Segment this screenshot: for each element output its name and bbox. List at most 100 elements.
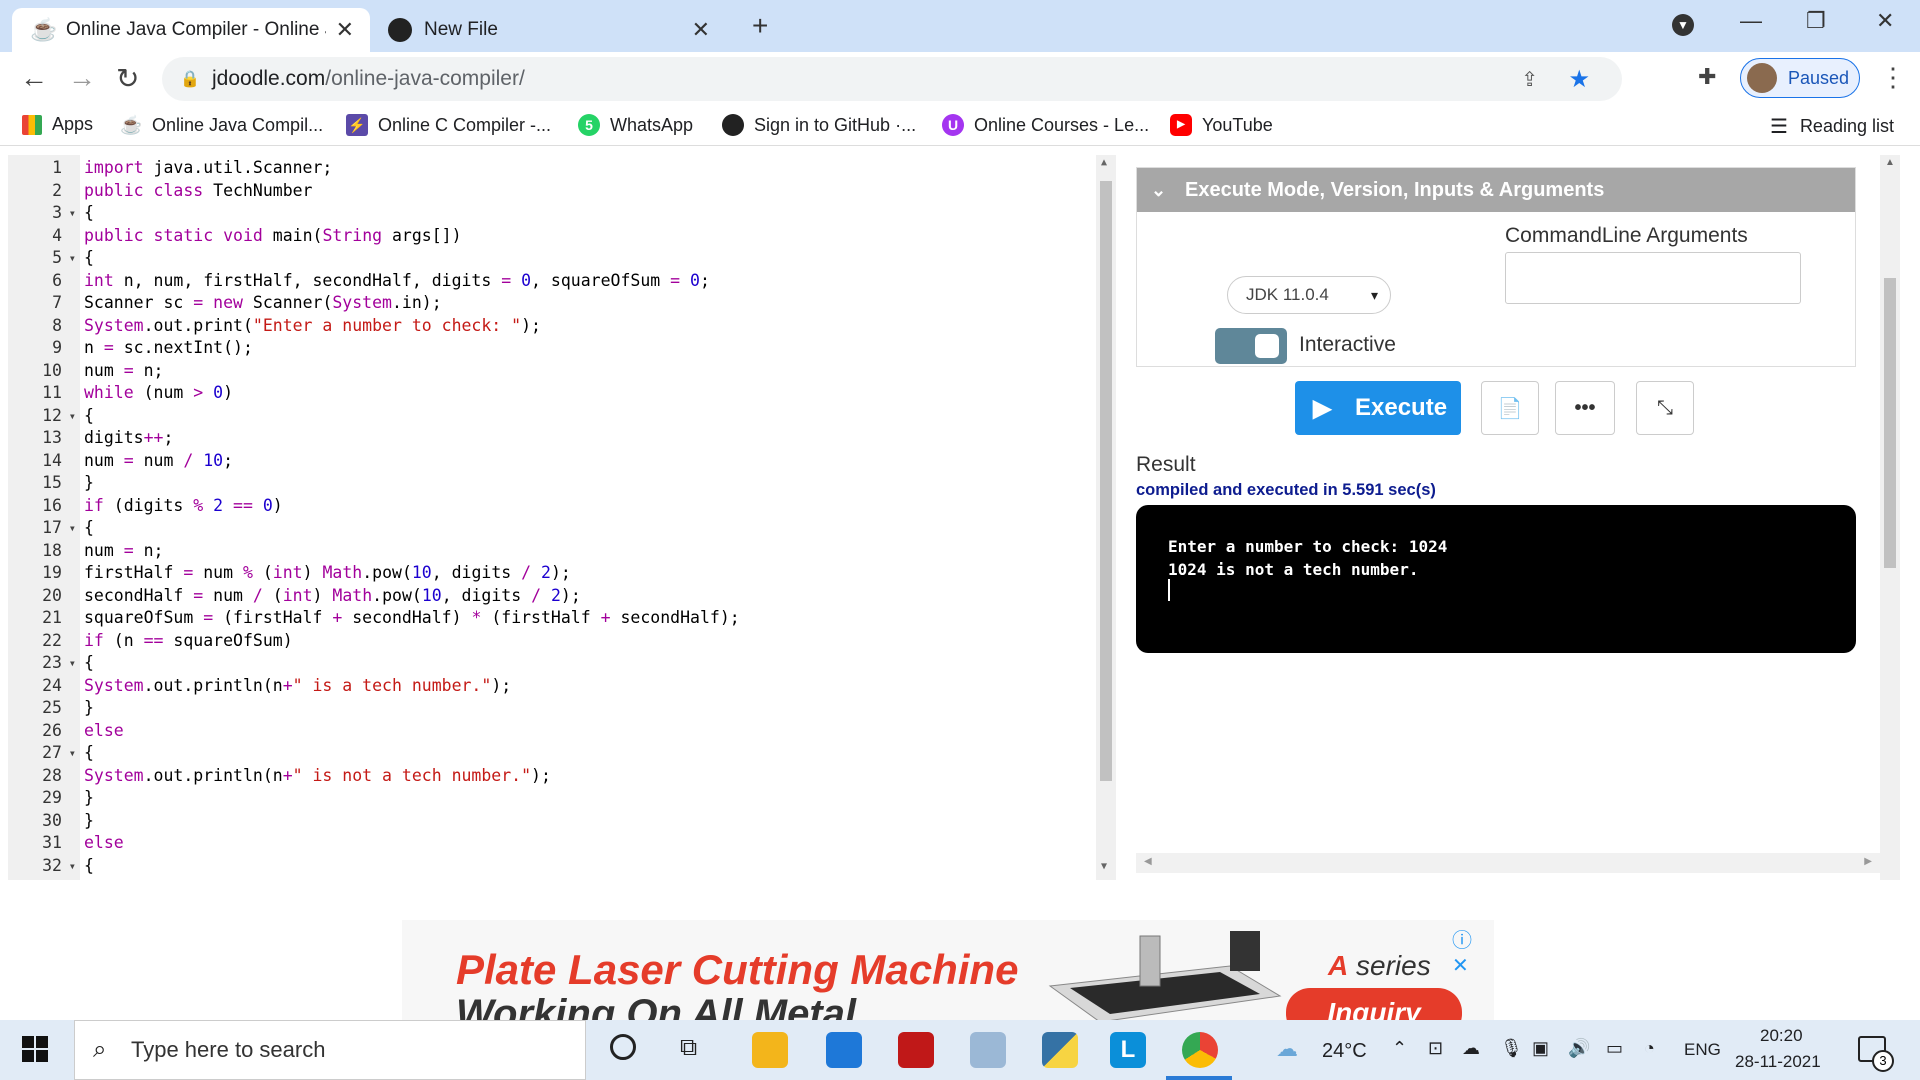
taskbar-search[interactable]: ⌕ Type here to search	[74, 1020, 586, 1080]
output-line: 1024 is not a tech number.	[1168, 560, 1419, 579]
scroll-left-icon[interactable]: ◀	[1144, 856, 1152, 867]
microphone-icon[interactable]: 🎙	[1500, 1038, 1523, 1059]
interactive-toggle[interactable]	[1215, 328, 1287, 364]
share-icon[interactable]: ⇪	[1521, 67, 1538, 92]
whatsapp-icon: 5	[578, 114, 600, 136]
address-bar[interactable]: 🔒 jdoodle.com/online-java-compiler/ ⇪ ★	[162, 57, 1622, 101]
more-options-button[interactable]: •••	[1555, 381, 1615, 435]
wifi-icon[interactable]: ◔	[1644, 1038, 1655, 1059]
display-icon[interactable]: ▣	[1532, 1038, 1549, 1059]
task-view-icon[interactable]: ⧉	[680, 1034, 697, 1062]
l-app-icon[interactable]: L	[1110, 1032, 1146, 1068]
scroll-up-icon[interactable]: ▲	[1885, 157, 1895, 168]
line-number: 30	[42, 810, 62, 830]
settings-header[interactable]: ⌄ Execute Mode, Version, Inputs & Argume…	[1137, 168, 1855, 212]
python-icon[interactable]	[1042, 1032, 1078, 1068]
output-console[interactable]: Enter a number to check: 1024 1024 is no…	[1136, 505, 1856, 653]
bookmark-github[interactable]: Sign in to GitHub ·...	[722, 114, 916, 136]
ad-series: A series	[1328, 950, 1431, 981]
scrollbar-thumb[interactable]	[1884, 278, 1896, 568]
line-number: 14	[42, 450, 62, 470]
fold-arrow-icon[interactable]: ▾	[69, 742, 76, 765]
clock-time[interactable]: 20:20	[1760, 1026, 1803, 1046]
close-icon[interactable]: ✕	[336, 17, 354, 43]
scroll-up-icon[interactable]: ▲	[1101, 157, 1107, 168]
close-icon[interactable]: ✕	[692, 17, 710, 43]
battery-icon[interactable]: ▭	[1606, 1038, 1623, 1059]
profile-button[interactable]: Paused	[1740, 58, 1860, 98]
tray-chevron-icon[interactable]: ⌃	[1392, 1038, 1407, 1059]
scroll-right-icon[interactable]: ▶	[1864, 856, 1872, 867]
clock-date[interactable]: 28-11-2021	[1735, 1052, 1821, 1072]
tab-active[interactable]: ☕ Online Java Compiler - Online Ja ✕	[12, 8, 370, 52]
editor-scrollbar[interactable]: ▲ ▼	[1096, 155, 1116, 880]
line-number: 5 ▾	[8, 247, 80, 270]
back-icon[interactable]: ←	[20, 62, 48, 94]
bookmark-apps[interactable]: Apps	[22, 114, 93, 135]
code-editor[interactable]: 1 2 3 ▾ 4 5 ▾ 6 7 8 9 10 11 12 ▾ 13 14 15 16 17 ▾ 18 19 20 21 22 2…	[0, 155, 1120, 880]
panel-horizontal-scrollbar[interactable]: ◀ ▶	[1136, 853, 1880, 873]
upload-file-button[interactable]: 📄	[1481, 381, 1539, 435]
window-close-icon[interactable]: ✕	[1876, 8, 1894, 34]
extensions-icon[interactable]: ✚	[1698, 64, 1716, 90]
temperature[interactable]: 24°C	[1322, 1040, 1367, 1063]
fold-arrow-icon[interactable]: ▾	[69, 855, 76, 878]
windows-start-icon[interactable]	[22, 1036, 48, 1062]
bolt-icon: ⚡	[346, 114, 368, 136]
chrome-icon[interactable]	[1182, 1032, 1218, 1068]
line-number: 15	[42, 473, 62, 492]
mcafee-icon[interactable]	[898, 1032, 934, 1068]
ad-subtitle: Working On All Metal	[456, 992, 857, 1022]
reading-list-icon: ☰	[1770, 116, 1788, 138]
reload-icon[interactable]: ↻	[116, 62, 139, 95]
fold-arrow-icon[interactable]: ▾	[69, 405, 76, 428]
restore-icon[interactable]: ❐	[1806, 8, 1826, 34]
onedrive-icon[interactable]: ☁	[1462, 1038, 1480, 1059]
bookmark-c-compiler[interactable]: ⚡ Online C Compiler -...	[346, 114, 551, 136]
advertisement[interactable]: Plate Laser Cutting Machine Working On A…	[402, 920, 1494, 1022]
ad-title: Plate Laser Cutting Machine	[456, 946, 1019, 993]
apps-grid-icon	[22, 114, 42, 135]
bookmark-star-icon[interactable]: ★	[1568, 65, 1590, 94]
line-number: 4	[52, 225, 62, 245]
line-number: 10	[42, 360, 62, 380]
collapse-button[interactable]: ⤡	[1636, 381, 1694, 435]
jdk-version-select[interactable]: JDK 11.0.4 ▾	[1227, 276, 1391, 314]
fold-arrow-icon[interactable]: ▾	[69, 652, 76, 675]
minimize-icon[interactable]: —	[1740, 8, 1762, 34]
ad-close-icon[interactable]: ⓘ ✕	[1452, 924, 1494, 978]
bookmark-whatsapp[interactable]: 5 WhatsApp	[578, 114, 693, 136]
reading-list-button[interactable]: ☰ Reading list	[1770, 114, 1894, 139]
fold-arrow-icon[interactable]: ▾	[69, 202, 76, 225]
line-number: 8	[52, 315, 62, 335]
page-scrollbar[interactable]: ▲	[1880, 155, 1900, 880]
bookmark-youtube[interactable]: ▶ YouTube	[1170, 114, 1273, 136]
scrollbar-thumb[interactable]	[1100, 181, 1112, 781]
scroll-down-icon[interactable]: ▼	[1101, 861, 1107, 872]
execute-button[interactable]: ▶ Execute	[1295, 381, 1461, 435]
file-explorer-icon[interactable]	[752, 1032, 788, 1068]
cortana-icon[interactable]	[610, 1034, 636, 1060]
tab-title: Online Java Compiler - Online Ja	[66, 19, 326, 40]
lock-icon: 🔒	[180, 71, 200, 88]
line-number: 3 ▾	[8, 202, 80, 225]
network-app-icon[interactable]	[970, 1032, 1006, 1068]
mail-icon[interactable]	[826, 1032, 862, 1068]
line-number: 20	[42, 585, 62, 605]
fold-arrow-icon[interactable]: ▾	[69, 247, 76, 270]
cmd-args-input[interactable]	[1505, 252, 1801, 304]
new-tab-button[interactable]: +	[752, 10, 768, 42]
tab-new-file[interactable]: New File ✕	[372, 8, 728, 52]
bookmark-java-compiler[interactable]: ☕ Online Java Compil...	[120, 114, 323, 136]
menu-icon[interactable]: ⋮	[1880, 62, 1906, 93]
line-number: 13	[42, 428, 62, 447]
volume-icon[interactable]: 🔊	[1568, 1038, 1590, 1059]
fold-arrow-icon[interactable]: ▾	[69, 517, 76, 540]
bookmark-online-courses[interactable]: U Online Courses - Le...	[942, 114, 1149, 136]
tab-search-icon[interactable]: ▼	[1672, 14, 1694, 36]
tray-app-icon[interactable]: ⊡	[1428, 1038, 1443, 1059]
language-indicator[interactable]: ENG	[1684, 1040, 1721, 1060]
forward-icon[interactable]: →	[68, 62, 96, 94]
tab-bar: ☕ Online Java Compiler - Online Ja ✕ New…	[0, 0, 1920, 52]
ad-inquiry-button[interactable]: Inquiry	[1286, 988, 1462, 1022]
